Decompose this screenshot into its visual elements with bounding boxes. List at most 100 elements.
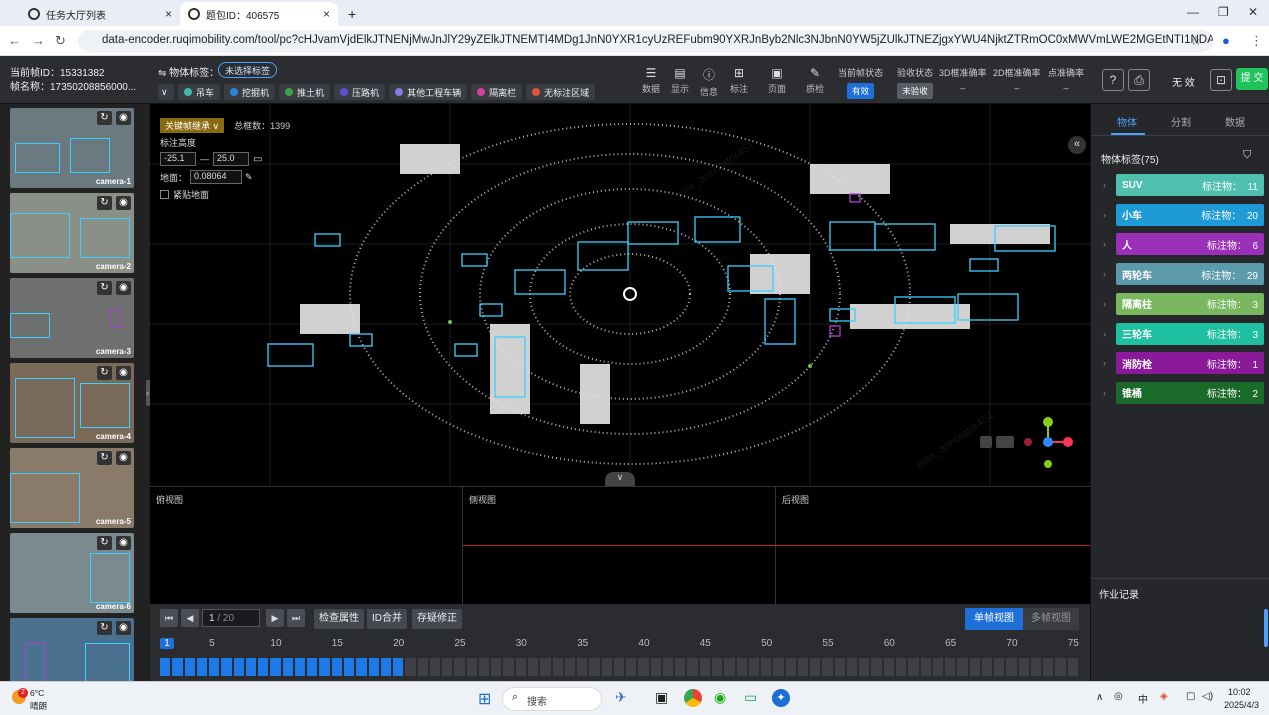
timeline-cell[interactable]	[184, 658, 195, 676]
timeline-cell[interactable]	[1067, 658, 1078, 676]
timeline-cell[interactable]	[405, 658, 416, 676]
multi-frame-view-button[interactable]: 多帧视图	[1023, 608, 1079, 630]
timeline-cell[interactable]	[601, 658, 612, 676]
camera-thumb[interactable]: ↻◉camera-7	[10, 618, 134, 681]
collapse-right-panel-icon[interactable]: «	[1068, 136, 1086, 154]
back-icon[interactable]: ←	[8, 33, 21, 48]
timeline-cell[interactable]	[356, 658, 367, 676]
timeline-cell[interactable]	[172, 658, 183, 676]
clock-date[interactable]: 2025/4/3	[1224, 700, 1259, 710]
timeline-cell[interactable]	[871, 658, 882, 676]
wechat-icon[interactable]: ◉	[714, 689, 726, 706]
timeline-cell[interactable]	[160, 658, 171, 676]
timeline-cell[interactable]	[969, 658, 980, 676]
expand-arrow-icon[interactable]: ›	[1103, 269, 1106, 279]
timeline-cell[interactable]	[736, 658, 747, 676]
timeline-cell[interactable]	[270, 658, 281, 676]
ime-indicator[interactable]: 中	[1138, 691, 1148, 706]
tray-app2-icon[interactable]: ◈	[1160, 691, 1168, 702]
timeline-cell[interactable]	[577, 658, 588, 676]
timeline-cell[interactable]	[650, 658, 661, 676]
timeline-cell[interactable]	[810, 658, 821, 676]
expand-arrow-icon[interactable]: ›	[1103, 210, 1106, 220]
timeline-cell[interactable]	[920, 658, 931, 676]
tab-segment[interactable]: 分割	[1171, 114, 1191, 129]
url-input[interactable]: data-encoder.ruqimobility.com/tool/pc?cH…	[78, 30, 1213, 52]
timeline-cells[interactable]	[160, 658, 1080, 676]
timeline-cell[interactable]	[822, 658, 833, 676]
timeline-cell[interactable]	[748, 658, 760, 676]
chip-bulldozer[interactable]: 推土机	[279, 84, 331, 100]
expand-arrow-icon[interactable]: ›	[1103, 388, 1106, 398]
timeline-cell[interactable]	[957, 658, 968, 676]
next-frame-icon[interactable]: ▶	[266, 609, 284, 627]
timeline-cell[interactable]	[1043, 658, 1054, 676]
prev-frame-icon[interactable]: ◀	[181, 609, 199, 627]
timeline-cell[interactable]	[552, 658, 563, 676]
chip-roller[interactable]: 压路机	[334, 84, 386, 100]
label-item[interactable]: 小车 标注物： 20	[1116, 203, 1264, 226]
tool-data[interactable]: ☰ 数据	[638, 66, 664, 95]
camera-thumb[interactable]: ↻ ◉ camera-1	[10, 108, 134, 188]
doubt-fix-button[interactable]: 存疑修正	[412, 609, 462, 629]
object-label-select[interactable]: 未选择标签	[218, 62, 278, 78]
timeline-cell[interactable]	[945, 658, 956, 676]
timeline-cell[interactable]	[380, 658, 392, 676]
timeline-cell[interactable]	[466, 658, 477, 676]
chrome-icon[interactable]	[684, 689, 702, 707]
timeline-cell[interactable]	[797, 658, 809, 676]
timeline-cell[interactable]	[478, 658, 490, 676]
timeline-cell[interactable]	[528, 658, 539, 676]
timeline-cell[interactable]	[233, 658, 244, 676]
label-item[interactable]: 人 标注物： 6	[1116, 233, 1264, 256]
tab-package[interactable]: 题包ID：406575 ×	[180, 2, 338, 26]
expand-arrow-icon[interactable]: ›	[1103, 358, 1106, 368]
timeline-cell[interactable]	[1018, 658, 1029, 676]
timeline-cell[interactable]	[699, 658, 710, 676]
timeline-cell[interactable]	[442, 658, 453, 676]
timeline-cell[interactable]	[712, 658, 723, 676]
single-frame-view-button[interactable]: 单帧视图	[965, 608, 1023, 630]
timeline-cell[interactable]	[994, 658, 1005, 676]
network-icon[interactable]: ▢	[1186, 691, 1195, 702]
timeline-cell[interactable]	[417, 658, 428, 676]
save-draft-icon[interactable]: ⊡	[1210, 69, 1232, 91]
window-close-icon[interactable]: ✕	[1248, 5, 1258, 19]
expand-arrow-icon[interactable]: ›	[1103, 239, 1106, 249]
timeline-cell[interactable]	[196, 658, 208, 676]
timeline-cell[interactable]	[883, 658, 894, 676]
first-frame-icon[interactable]: ⏮	[160, 609, 178, 627]
side-view[interactable]: 侧视图	[463, 487, 776, 605]
timeline-cell[interactable]	[503, 658, 514, 676]
timeline-cell[interactable]	[282, 658, 293, 676]
chip-no-label-area[interactable]: 无标注区域	[526, 84, 596, 100]
tab-object[interactable]: 物体	[1117, 114, 1137, 129]
tight-ground-checkbox[interactable]	[160, 190, 169, 199]
chip-other-vehicle[interactable]: 其他工程车辆	[389, 84, 468, 100]
timeline-cell[interactable]	[307, 658, 318, 676]
app-icon[interactable]: ✈	[615, 689, 627, 706]
tray-app-icon[interactable]: ◎	[1114, 691, 1123, 702]
camera-thumb[interactable]: ↻ ◉ camera-5	[10, 448, 134, 528]
timeline-cell[interactable]	[613, 658, 625, 676]
timeline-cell[interactable]	[1055, 658, 1066, 676]
volume-icon[interactable]: ◁)	[1202, 691, 1213, 702]
invalid-button[interactable]: 无 效	[1172, 74, 1195, 89]
label-item[interactable]: 三轮车 标注物： 3	[1116, 322, 1264, 345]
timeline-cell[interactable]	[859, 658, 870, 676]
timeline-cell[interactable]	[724, 658, 735, 676]
timeline-cell[interactable]	[393, 658, 404, 676]
timeline-cell[interactable]	[221, 658, 232, 676]
close-icon[interactable]: ×	[165, 7, 172, 21]
tab-data[interactable]: 数据	[1225, 114, 1245, 129]
tool-qc[interactable]: ✎ 质检	[802, 66, 828, 95]
timeline-cell[interactable]	[626, 658, 637, 676]
help-button[interactable]: ?	[1102, 69, 1124, 91]
feishu-icon[interactable]: ✦	[772, 689, 790, 707]
label-item[interactable]: 锥桶 标注物： 2	[1116, 381, 1264, 404]
tray-chevron-icon[interactable]: ∧	[1096, 692, 1103, 703]
reload-icon[interactable]: ↻	[55, 33, 66, 49]
timeline-cell[interactable]	[662, 658, 674, 676]
timeline-cell[interactable]	[834, 658, 845, 676]
check-attr-button[interactable]: 检查属性	[314, 609, 364, 629]
